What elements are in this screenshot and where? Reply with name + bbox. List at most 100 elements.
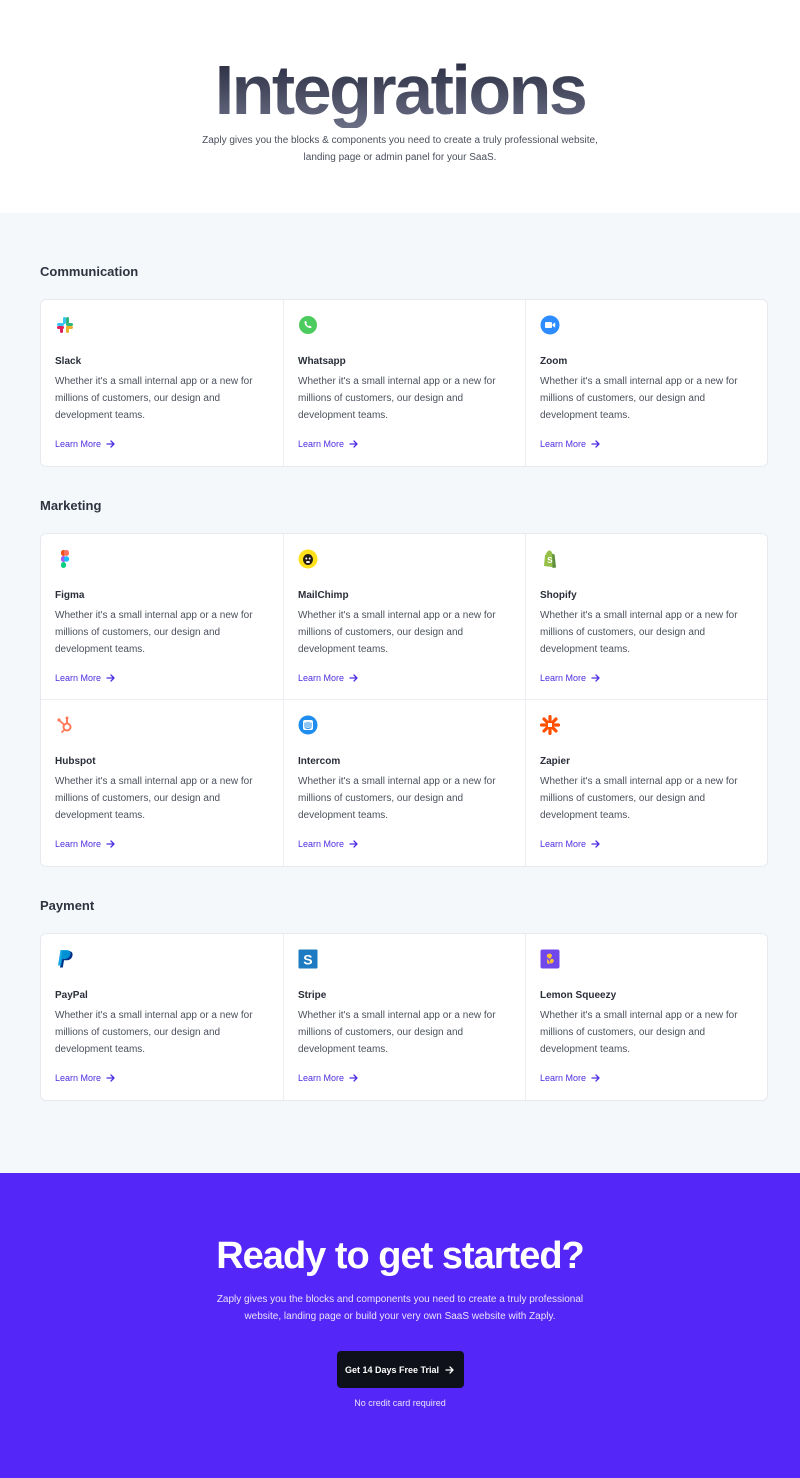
integration-description: Whether it's a small internal app or a n… [298, 776, 496, 821]
learn-more-link[interactable]: Learn More [298, 673, 359, 683]
integration-card: Hubspot Whether it's a small internal app… [41, 700, 284, 866]
learn-more-link[interactable]: Learn More [55, 673, 116, 683]
learn-more-link[interactable]: Learn More [55, 1073, 116, 1083]
integration-description: Whether it's a small internal app or a n… [540, 610, 738, 655]
intercom-icon [298, 715, 318, 735]
integration-description: Whether it's a small internal app or a n… [298, 610, 496, 655]
hero-section: Integrations Zaply gives you the blocks … [0, 0, 800, 213]
category-communication: Communication Slack Whether it's a small i… [40, 263, 768, 467]
shopify-icon: S [540, 549, 560, 569]
integration-grid: PayPal Whether it's a small internal app … [40, 933, 768, 1101]
arrow-right-icon [591, 674, 600, 682]
learn-more-label: Learn More [540, 439, 587, 449]
learn-more-label: Learn More [540, 673, 587, 683]
category-payment: Payment PayPal Whether it's a small intern… [40, 897, 768, 1101]
learn-more-link[interactable]: Learn More [540, 439, 601, 449]
integration-card: Intercom Whether it's a small internal ap… [284, 700, 526, 866]
integration-description: Whether it's a small internal app or a n… [55, 610, 253, 655]
integration-name: Figma [55, 590, 85, 601]
arrow-right-icon [591, 840, 600, 848]
integration-grid: Slack Whether it's a small internal app o… [40, 299, 768, 467]
integration-name: Stripe [298, 990, 327, 1001]
learn-more-link[interactable]: Learn More [55, 839, 116, 849]
mailchimp-icon [298, 549, 318, 569]
whatsapp-icon [298, 315, 318, 335]
cta-title: Ready to get started? [216, 1235, 585, 1277]
cta-subtitle: Zaply gives you the blocks and component… [216, 1294, 584, 1322]
learn-more-label: Learn More [298, 673, 345, 683]
learn-more-link[interactable]: Learn More [298, 1073, 359, 1083]
lemon-squeezy-icon [540, 949, 560, 969]
integration-name: Zapier [540, 756, 571, 767]
integration-description: Whether it's a small internal app or a n… [540, 776, 738, 821]
category-list: Communication Slack Whether it's a small i… [40, 263, 768, 1101]
zapier-icon [539, 714, 561, 736]
integration-card: Zoom Whether it's a small internal app or… [526, 300, 767, 466]
hero-subtitle: Zaply gives you the blocks & components … [202, 135, 598, 163]
integration-description: Whether it's a small internal app or a n… [55, 776, 253, 821]
learn-more-label: Learn More [540, 1073, 587, 1083]
arrow-right-icon [591, 440, 600, 448]
stripe-icon: S [298, 949, 318, 969]
integration-name: Shopify [540, 590, 577, 601]
arrow-right-icon [106, 674, 115, 682]
learn-more-link[interactable]: Learn More [540, 839, 601, 849]
svg-text:S: S [303, 952, 312, 968]
learn-more-link[interactable]: Learn More [540, 1073, 601, 1083]
learn-more-label: Learn More [55, 839, 102, 849]
arrow-right-icon [349, 674, 358, 682]
learn-more-label: Learn More [298, 1073, 345, 1083]
integration-card: S Shopify Whether it's a small internal ap… [526, 534, 767, 700]
learn-more-label: Learn More [55, 673, 102, 683]
integration-card: Zapier Whether it's a small internal app … [526, 700, 767, 866]
integration-name: MailChimp [298, 590, 349, 601]
integration-description: Whether it's a small internal app or a n… [55, 376, 253, 421]
integration-card: MailChimp Whether it's a small internal a… [284, 534, 526, 700]
learn-more-link[interactable]: Learn More [55, 439, 116, 449]
learn-more-link[interactable]: Learn More [540, 673, 601, 683]
cta-note: No credit card required [354, 1398, 446, 1408]
integration-description: Whether it's a small internal app or a n… [540, 1010, 738, 1055]
integration-card: Lemon Squeezy Whether it's a small intern… [526, 934, 767, 1100]
arrow-right-icon [349, 440, 358, 448]
hubspot-icon [55, 715, 75, 735]
integration-card: Figma Whether it's a small internal app o… [41, 534, 284, 700]
integration-grid: Figma Whether it's a small internal app o… [40, 533, 768, 867]
category-title: Marketing [40, 498, 102, 513]
arrow-right-icon [349, 1074, 358, 1082]
arrow-right-icon [591, 1074, 600, 1082]
learn-more-label: Learn More [298, 439, 345, 449]
integration-card: Slack Whether it's a small internal app o… [41, 300, 284, 466]
arrow-right-icon [106, 440, 115, 448]
cta-section: Ready to get started? Zaply gives you th… [0, 1173, 800, 1478]
category-title: Payment [40, 898, 95, 913]
integrations-section: Communication Slack Whether it's a small i… [0, 213, 800, 1173]
arrow-right-icon [106, 1074, 115, 1082]
learn-more-link[interactable]: Learn More [298, 839, 359, 849]
integration-card: Whatsapp Whether it's a small internal ap… [284, 300, 526, 466]
learn-more-label: Learn More [298, 839, 345, 849]
figma-icon [55, 549, 75, 569]
paypal-icon [55, 949, 75, 969]
integration-description: Whether it's a small internal app or a n… [55, 1010, 253, 1055]
zoom-icon [540, 315, 560, 335]
integration-name: Lemon Squeezy [540, 990, 617, 1001]
category-marketing: Marketing Figma Whether it's a small inter… [40, 497, 768, 867]
category-title: Communication [40, 264, 139, 279]
svg-text:S: S [547, 556, 553, 565]
learn-more-label: Learn More [540, 839, 587, 849]
integration-description: Whether it's a small internal app or a n… [540, 376, 738, 421]
free-trial-button[interactable]: Get 14 Days Free Trial [336, 1351, 464, 1388]
learn-more-link[interactable]: Learn More [298, 439, 359, 449]
slack-icon [55, 315, 75, 335]
integration-card: PayPal Whether it's a small internal app … [41, 934, 284, 1100]
integration-name: Slack [55, 356, 82, 367]
integration-name: Intercom [298, 756, 341, 767]
integration-card: S Stripe Whether it's a small internal app… [284, 934, 526, 1100]
arrow-right-icon [349, 840, 358, 848]
learn-more-label: Learn More [55, 439, 102, 449]
page-title: Integrations [0, 52, 800, 128]
arrow-right-icon [106, 840, 115, 848]
integration-description: Whether it's a small internal app or a n… [298, 1010, 496, 1055]
free-trial-button-label: Get 14 Days Free Trial [344, 1364, 440, 1375]
